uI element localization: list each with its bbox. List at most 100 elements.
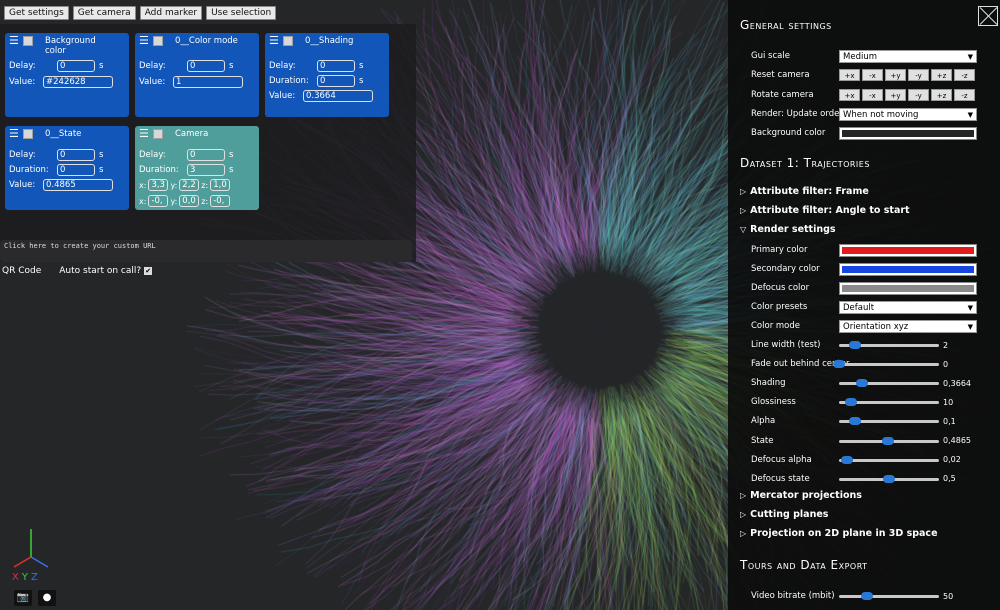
drag-handle-icon[interactable]: ☰: [9, 35, 19, 46]
marker-title: 0__Shading: [305, 36, 354, 46]
camera-x-input[interactable]: 3,3: [148, 179, 169, 191]
color-presets-select[interactable]: Default: [839, 300, 977, 314]
bottom-buttons: 📷 ●: [14, 590, 56, 606]
primary-color-picker[interactable]: [839, 243, 977, 257]
marker-card-background[interactable]: ☰ Background color Delay: 0 s Value: #24…: [5, 33, 129, 117]
gui-scale-label: Gui scale: [751, 51, 790, 61]
rotate-axis-button[interactable]: -x: [862, 89, 883, 101]
marker-checkbox[interactable]: [23, 129, 33, 139]
rotate-axis-button[interactable]: +x: [839, 89, 860, 101]
drag-handle-icon[interactable]: ☰: [9, 128, 19, 139]
reset-axis-button[interactable]: +x: [839, 69, 860, 81]
camera-icon[interactable]: 📷: [14, 590, 32, 606]
marker-checkbox[interactable]: [153, 36, 163, 46]
slider[interactable]: [833, 358, 939, 370]
target-y-input[interactable]: 0,0: [179, 195, 200, 207]
cutting-planes-group[interactable]: ▷ Cutting planes: [740, 509, 828, 520]
value-input[interactable]: 1: [173, 76, 243, 88]
slider-thumb[interactable]: [841, 455, 853, 464]
collapsed-caret-icon: ▷: [740, 187, 747, 196]
rotate-axis-button[interactable]: +z: [931, 89, 952, 101]
drag-handle-icon[interactable]: ☰: [269, 35, 279, 46]
target-z-input[interactable]: -0,: [210, 195, 231, 207]
slider[interactable]: [839, 415, 939, 427]
slider-thumb[interactable]: [861, 592, 873, 600]
slider-thumb[interactable]: [833, 360, 845, 369]
slider[interactable]: [839, 435, 939, 447]
target-x-input[interactable]: -0,: [148, 195, 169, 207]
color-mode-select[interactable]: Orientation xyz: [839, 319, 977, 333]
delay-input[interactable]: 0: [57, 60, 95, 72]
slider-thumb[interactable]: [849, 417, 861, 426]
custom-url-field[interactable]: Click here to create your custom URL: [0, 240, 412, 262]
use-selection-button[interactable]: Use selection: [206, 6, 277, 20]
slider-thumb[interactable]: [845, 398, 857, 407]
delay-label: Delay:: [139, 149, 166, 160]
mercator-group[interactable]: ▷ Mercator projections: [740, 490, 862, 501]
secondary-color-picker[interactable]: [839, 262, 977, 276]
drag-handle-icon[interactable]: ☰: [139, 128, 149, 139]
marker-title: Camera: [175, 129, 209, 139]
close-icon[interactable]: [978, 6, 998, 26]
slider[interactable]: [839, 473, 939, 485]
get-settings-button[interactable]: Get settings: [4, 6, 69, 20]
filter-frame-group[interactable]: ▷ Attribute filter: Frame: [740, 186, 869, 197]
record-icon[interactable]: ●: [38, 590, 56, 606]
marker-checkbox[interactable]: [23, 36, 33, 46]
render-order-select[interactable]: When not moving: [839, 107, 977, 121]
filter-frame-label: Attribute filter: Frame: [750, 186, 869, 197]
get-camera-button[interactable]: Get camera: [72, 6, 136, 20]
marker-card-shading[interactable]: ☰ 0__Shading Delay: 0 s Duration: 0 s Va…: [265, 33, 389, 117]
defocus-color-picker[interactable]: [839, 281, 977, 295]
background-color-picker[interactable]: [839, 126, 977, 140]
marker-card-state[interactable]: ☰ 0__State Delay: 0 s Duration: 0 s Valu…: [5, 126, 129, 210]
slider[interactable]: [839, 454, 939, 466]
marker-checkbox[interactable]: [153, 129, 163, 139]
reset-axis-button[interactable]: +y: [885, 69, 906, 81]
slider[interactable]: [839, 339, 939, 351]
slider[interactable]: [839, 377, 939, 389]
reset-axis-button[interactable]: -x: [862, 69, 883, 81]
slider-thumb[interactable]: [883, 474, 895, 483]
camera-z-input[interactable]: 1,0: [210, 179, 231, 191]
marker-title: Background color: [45, 36, 96, 56]
marker-checkbox[interactable]: [283, 36, 293, 46]
value-input[interactable]: 0.3664: [303, 89, 373, 102]
add-marker-button[interactable]: Add marker: [139, 6, 203, 20]
color-mode-label: Color mode: [751, 321, 800, 331]
delay-input[interactable]: 0: [187, 148, 225, 161]
video-bitrate-slider[interactable]: [839, 590, 939, 602]
rotate-axis-button[interactable]: +y: [885, 89, 906, 101]
slider[interactable]: [839, 396, 939, 408]
drag-handle-icon[interactable]: ☰: [139, 35, 149, 46]
rotate-axis-button[interactable]: -z: [954, 89, 975, 101]
delay-input[interactable]: 0: [57, 148, 95, 161]
value-input[interactable]: 0.4865: [43, 178, 113, 191]
slider-thumb[interactable]: [856, 379, 868, 388]
slider-label: Defocus state: [751, 473, 810, 484]
auto-start-checkbox[interactable]: ✔: [144, 267, 153, 275]
delay-input[interactable]: 0: [317, 59, 355, 72]
reset-axis-button[interactable]: -y: [908, 69, 929, 81]
qr-code-link[interactable]: QR Code: [2, 266, 41, 276]
camera-y-input[interactable]: 2,2: [179, 179, 200, 191]
x-axis-label: X: [12, 572, 19, 583]
filter-angle-group[interactable]: ▷ Attribute filter: Angle to start: [740, 205, 910, 216]
duration-input[interactable]: 3: [187, 163, 225, 176]
slider-value: 0: [943, 359, 949, 369]
duration-input[interactable]: 0: [57, 163, 95, 176]
duration-input[interactable]: 0: [317, 74, 355, 87]
reset-axis-button[interactable]: -z: [954, 69, 975, 81]
delay-input[interactable]: 0: [187, 60, 225, 72]
value-input[interactable]: #242628: [43, 76, 113, 88]
marker-card-color-mode[interactable]: ☰ 0__Color mode Delay: 0 s Value: 1: [135, 33, 259, 117]
render-settings-group[interactable]: ▽ Render settings: [740, 224, 836, 235]
slider-thumb[interactable]: [849, 341, 861, 349]
auto-start-option[interactable]: Auto start on call? ✔: [59, 266, 153, 276]
rotate-axis-button[interactable]: -y: [908, 89, 929, 101]
marker-card-camera[interactable]: ☰ Camera Delay: 0 s Duration: 3 s x: 3,3…: [135, 126, 259, 210]
gui-scale-select[interactable]: Medium: [839, 49, 977, 63]
reset-axis-button[interactable]: +z: [931, 69, 952, 81]
slider-thumb[interactable]: [882, 436, 894, 445]
projection-group[interactable]: ▷ Projection on 2D plane in 3D space: [740, 528, 938, 539]
